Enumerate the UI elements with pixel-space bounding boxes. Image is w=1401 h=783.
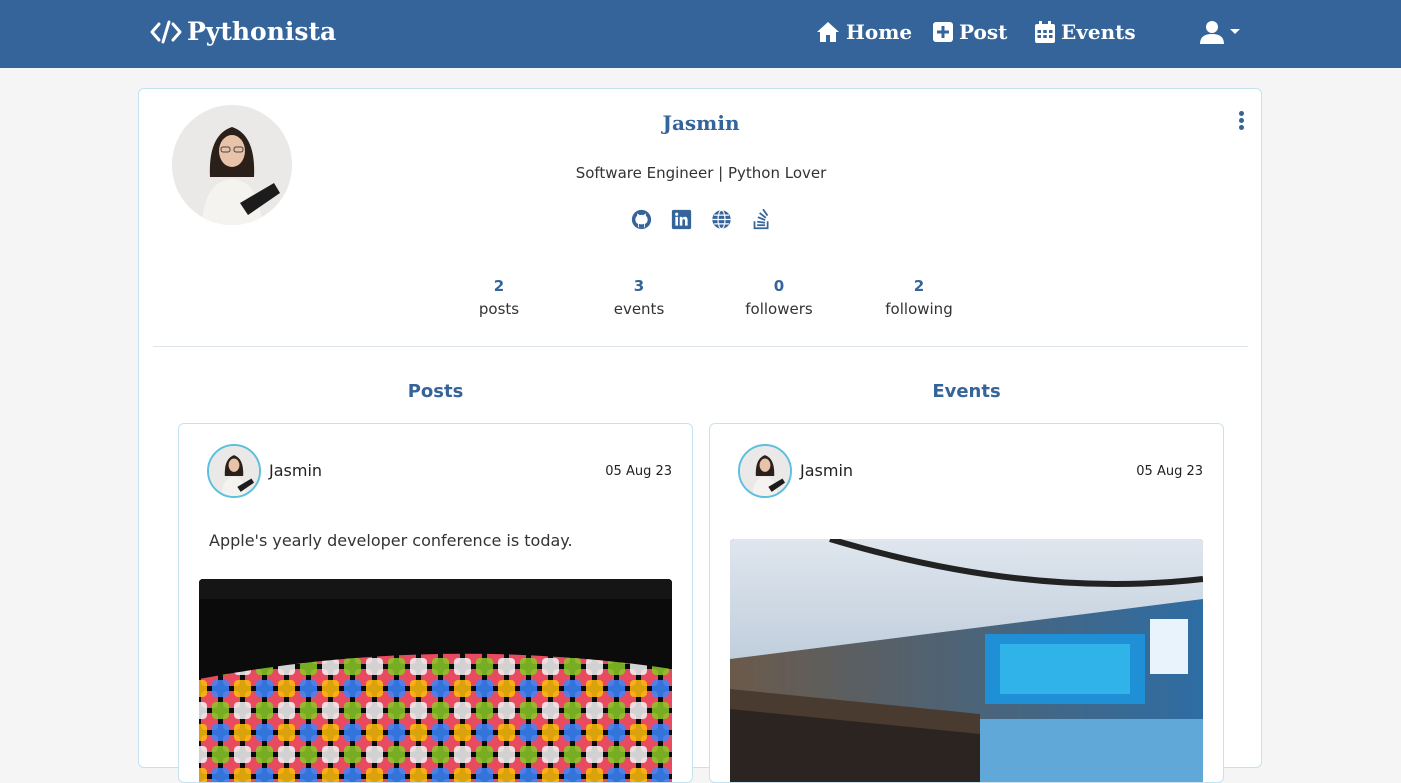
stat-followers: 0 followers xyxy=(709,276,849,322)
calendar-icon xyxy=(1035,21,1055,43)
profile-name: Jasmin xyxy=(662,111,740,135)
stat-label: events xyxy=(613,300,665,318)
stat-label: posts xyxy=(478,300,520,318)
home-icon xyxy=(817,22,839,42)
event-author[interactable]: Jasmin xyxy=(800,461,853,480)
nav-home-label: Home xyxy=(846,20,913,44)
caret-down-icon xyxy=(1230,29,1240,34)
stack-overflow-icon[interactable] xyxy=(751,209,772,230)
stat-value: 3 xyxy=(633,277,645,295)
user-menu-dropdown[interactable] xyxy=(1200,20,1242,44)
user-icon xyxy=(1200,21,1224,44)
post-author[interactable]: Jasmin xyxy=(269,461,322,480)
stat-events: 3 events xyxy=(569,276,709,322)
event-image[interactable] xyxy=(730,539,1203,782)
stat-posts: 2 posts xyxy=(429,276,569,322)
globe-icon[interactable] xyxy=(711,209,732,230)
stat-value: 2 xyxy=(493,277,505,295)
post-text: Apple's yearly developer conference is t… xyxy=(209,531,573,550)
github-icon[interactable] xyxy=(631,209,652,230)
social-links xyxy=(631,209,772,230)
events-section-title: Events xyxy=(932,381,1001,402)
divider xyxy=(153,346,1248,347)
nav-events[interactable]: Events xyxy=(1035,20,1136,44)
post-date: 05 Aug 23 xyxy=(605,464,672,479)
stat-label: following xyxy=(885,300,953,318)
nav-events-label: Events xyxy=(1061,20,1136,44)
linkedin-icon[interactable] xyxy=(671,209,692,230)
nav-home[interactable]: Home xyxy=(816,20,912,44)
author-avatar[interactable] xyxy=(207,444,261,498)
profile-stats: 2 posts 3 events 0 followers 2 following xyxy=(429,276,989,322)
stat-value: 0 xyxy=(773,277,785,295)
stat-label: followers xyxy=(745,300,813,318)
stat-value: 2 xyxy=(913,277,925,295)
post-image[interactable] xyxy=(199,579,672,782)
profile-bio: Software Engineer | Python Lover xyxy=(575,164,827,182)
event-card[interactable]: Jasmin 05 Aug 23 xyxy=(709,423,1224,783)
stat-following: 2 following xyxy=(849,276,989,322)
plus-square-icon xyxy=(933,22,953,42)
profile-card: Jasmin Software Engineer | Python Lover xyxy=(138,88,1262,783)
nav-post-label: Post xyxy=(959,20,1008,44)
navbar: Pythonista Home Post Events xyxy=(0,0,1401,68)
posts-section-title: Posts xyxy=(407,381,464,402)
author-avatar[interactable] xyxy=(738,444,792,498)
nav-post[interactable]: Post xyxy=(933,20,1007,44)
code-icon xyxy=(150,20,182,43)
brand-link[interactable]: Pythonista xyxy=(150,17,336,46)
brand-name: Pythonista xyxy=(187,17,337,46)
post-card[interactable]: Jasmin 05 Aug 23 Apple's yearly develope… xyxy=(178,423,693,783)
event-date: 05 Aug 23 xyxy=(1136,464,1203,479)
